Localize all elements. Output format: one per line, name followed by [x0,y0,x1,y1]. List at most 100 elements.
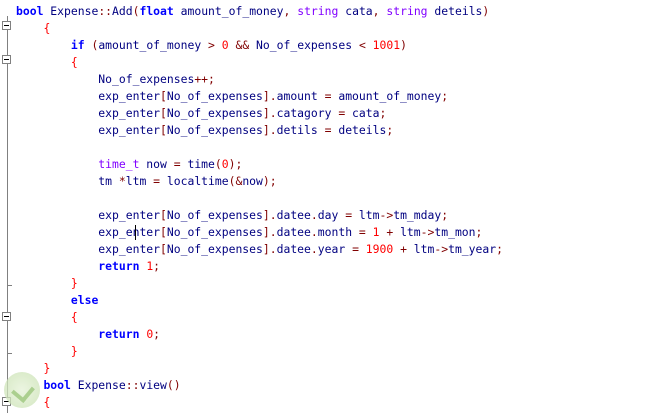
code-line[interactable]: exp_enter[No_of_expenses].datee.year = 1… [16,241,503,258]
code-line[interactable]: { [16,54,78,71]
code-token: return [98,327,140,341]
code-line[interactable]: } [16,343,78,360]
code-token: tm_mday [393,208,442,222]
code-token: cata [345,106,380,120]
code-token: 0 [221,38,229,52]
code-token: month [317,225,359,239]
code-token: , [372,4,380,18]
code-token: No_of_expenses [249,38,359,52]
code-line[interactable]: exp_enter[No_of_expenses].amount = amoun… [16,88,448,105]
code-token: ++; [194,72,215,86]
code-token: No_of_expenses [166,89,263,103]
code-token: tm [16,174,119,188]
code-token: amount_of_money [331,89,442,103]
code-token: No_of_expenses [16,72,195,86]
code-line[interactable]: exp_enter[No_of_expenses].datee.month = … [16,224,482,241]
code-token: = [173,157,181,171]
code-token: { [70,55,78,69]
code-token: ]. [262,242,277,256]
code-editor[interactable]: bool Expense::Add(float amount_of_money,… [0,0,663,413]
code-line[interactable]: { [16,20,50,37]
fold-collapse-icon[interactable] [2,55,11,64]
code-token: ; [496,242,503,256]
code-token: ltm [125,174,154,188]
code-token: datee [276,242,311,256]
code-token: localtime [160,174,229,188]
code-token: time_t [98,157,140,171]
code-token: day [317,208,346,222]
code-token: No_of_expenses [166,123,263,137]
code-token: . [310,242,318,256]
code-token: ; [379,106,387,120]
code-line[interactable]: return 1; [16,258,160,275]
fold-collapse-icon[interactable] [2,312,11,321]
code-token: = [358,225,366,239]
code-token: bool [43,378,71,392]
code-token: view [139,378,167,392]
code-token: ]. [262,89,277,103]
code-token: deteils [427,4,483,18]
code-token: tm_mon [434,225,476,239]
code-line[interactable]: tm *ltm = localtime(&now); [16,173,277,190]
code-token: [ [160,123,167,137]
code-token: exp_enter [16,208,161,222]
code-token: [ [160,242,167,256]
code-token: . [310,225,318,239]
code-line[interactable]: exp_enter[No_of_expenses].catagory = cat… [16,105,386,122]
code-line[interactable]: No_of_expenses++; [16,71,215,88]
code-token: { [43,395,51,409]
code-line[interactable]: } [16,275,78,292]
code-token: && [235,38,250,52]
fold-collapse-icon[interactable] [2,21,11,30]
code-token: 1 [372,225,380,239]
code-token: if [70,38,85,52]
code-token: + [400,242,407,256]
code-token: string [386,4,428,18]
code-line[interactable]: if (amount_of_money > 0 && No_of_expense… [16,37,407,54]
code-token: amount_of_money [173,4,284,18]
code-token: ); [262,174,277,188]
code-token: * [118,174,126,188]
code-token: Expense [70,378,126,392]
code-line[interactable]: { [16,309,78,326]
code-token: tm_year [448,242,497,256]
code-token: } [70,276,78,290]
code-token: exp_enter [16,123,161,137]
code-token: -> [379,208,394,222]
code-line[interactable]: return 0; [16,326,160,343]
code-line[interactable]: exp_enter[No_of_expenses].detils = detei… [16,122,393,139]
code-token: -> [434,242,449,256]
code-token: :: [98,4,113,18]
code-line[interactable]: exp_enter[No_of_expenses].datee.day = lt… [16,207,448,224]
code-line[interactable]: else [16,292,98,309]
code-token: datee [276,225,311,239]
code-token: . [310,208,318,222]
watermark-logo-icon [4,372,40,408]
code-token: [ [160,106,167,120]
code-token: 1900 [365,242,394,256]
code-token: ) [400,38,407,52]
code-token: ]. [262,208,277,222]
code-token: ; [153,327,161,341]
code-token: :: [125,378,140,392]
code-token: exp_enter [16,242,161,256]
code-token: Add [112,4,133,18]
code-token: return [98,259,140,273]
fold-end-tick [7,353,12,354]
code-line[interactable]: bool Expense::Add(float amount_of_money,… [16,3,489,20]
code-line[interactable]: time_t now = time(0); [16,156,242,173]
code-token: No_of_expenses [166,208,263,222]
code-token: [ [160,208,167,222]
code-token: (& [228,174,243,188]
code-line[interactable]: bool Expense::view() [16,377,180,394]
code-token: amount_of_money [98,38,209,52]
code-token: } [70,344,78,358]
